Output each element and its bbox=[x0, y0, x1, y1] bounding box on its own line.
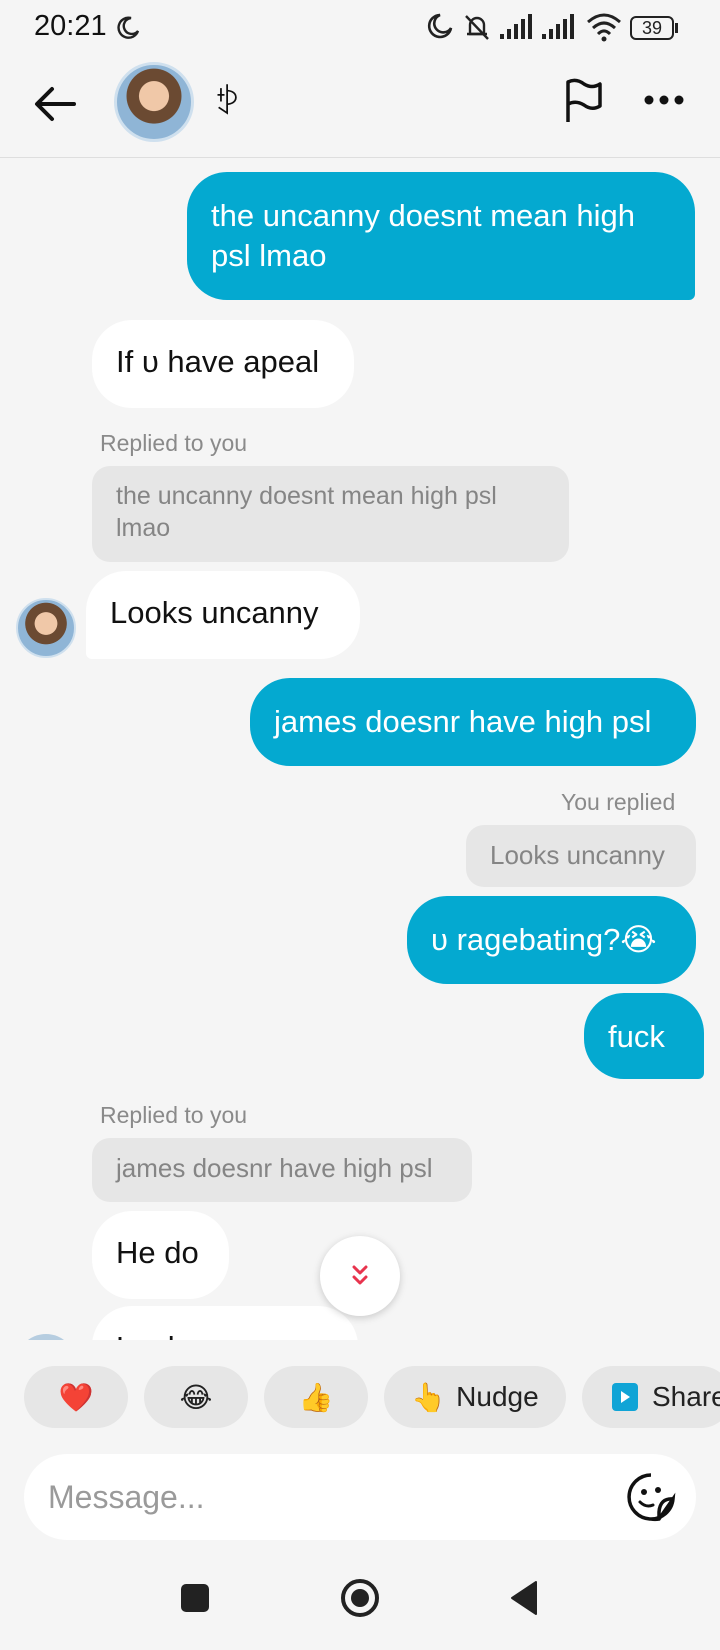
outgoing-message[interactable]: the uncanny doesnt mean high psl lmao bbox=[187, 172, 695, 300]
muted-bell-icon bbox=[465, 15, 489, 40]
incoming-message[interactable]: If ᴜ have apeal bbox=[92, 320, 354, 408]
battery-tip bbox=[675, 23, 678, 33]
thumbs-up-icon: 👍 bbox=[298, 1381, 334, 1413]
message-text-line: psl lmao bbox=[211, 238, 327, 273]
message-text: ᴜ ragebating?😭 bbox=[431, 922, 657, 957]
sender-avatar[interactable] bbox=[16, 598, 76, 658]
battery-icon: 39 bbox=[630, 16, 674, 40]
back-arrow-icon[interactable] bbox=[32, 84, 78, 124]
chat-header: ꉣ bbox=[0, 54, 720, 158]
flag-icon[interactable] bbox=[564, 78, 604, 124]
recents-square-icon[interactable] bbox=[181, 1584, 209, 1612]
nudge-button[interactable]: 👆 Nudge bbox=[384, 1366, 566, 1428]
react-thumbs-up-button[interactable]: 👍 bbox=[264, 1366, 368, 1428]
message-text: Looks uncanny bbox=[110, 595, 319, 630]
signal-1-icon bbox=[500, 14, 532, 39]
quoted-text: james doesnr have high psl bbox=[116, 1153, 433, 1183]
message-text: fuck bbox=[608, 1019, 665, 1054]
share-play-icon bbox=[612, 1383, 638, 1411]
wifi-icon bbox=[587, 13, 621, 42]
status-bar: 20:21 39 bbox=[0, 0, 720, 54]
heart-icon: ❤️ bbox=[58, 1381, 94, 1413]
back-triangle-icon[interactable] bbox=[508, 1580, 540, 1616]
quoted-text-line: lmao bbox=[116, 514, 171, 542]
message-text: Looks uncanny bbox=[116, 1330, 325, 1340]
quoted-text: Looks uncanny bbox=[490, 840, 665, 870]
message-text: If ᴜ have apeal bbox=[116, 344, 320, 379]
message-composer bbox=[24, 1454, 696, 1540]
outgoing-message[interactable]: fuck bbox=[584, 993, 704, 1079]
sticker-icon[interactable] bbox=[626, 1472, 676, 1522]
reply-label: You replied bbox=[561, 789, 676, 815]
quoted-message[interactable]: the uncanny doesnt mean high psl lmao bbox=[92, 466, 569, 562]
react-heart-button[interactable]: ❤️ bbox=[24, 1366, 128, 1428]
signal-2-icon bbox=[542, 14, 574, 39]
quoted-text-line: the uncanny doesnt mean high psl bbox=[116, 482, 497, 510]
more-options-icon[interactable] bbox=[644, 94, 684, 106]
outgoing-message[interactable]: james doesnr have high psl bbox=[250, 678, 696, 766]
pointing-hand-icon: 👆 bbox=[411, 1381, 447, 1413]
home-circle-icon[interactable] bbox=[340, 1578, 380, 1618]
status-time: 20:21 bbox=[34, 10, 107, 42]
contact-avatar[interactable] bbox=[114, 62, 194, 142]
share-label: Share bbox=[652, 1381, 720, 1412]
quoted-message[interactable]: james doesnr have high psl bbox=[92, 1138, 472, 1202]
reply-label: Replied to you bbox=[100, 430, 248, 456]
message-text: james doesnr have high psl bbox=[274, 704, 652, 739]
message-text-line: the uncanny doesnt mean high bbox=[211, 198, 635, 233]
night-mode-icon bbox=[427, 13, 453, 39]
message-input[interactable] bbox=[48, 1454, 608, 1540]
reply-label: Replied to you bbox=[100, 1102, 248, 1128]
message-text: He do bbox=[116, 1235, 199, 1270]
contact-name[interactable]: ꉣ bbox=[214, 78, 241, 123]
scroll-to-bottom-button[interactable] bbox=[320, 1236, 400, 1316]
outgoing-message[interactable]: ᴜ ragebating?😭 bbox=[407, 896, 696, 984]
sender-avatar[interactable] bbox=[16, 1334, 76, 1340]
quoted-message[interactable]: Looks uncanny bbox=[466, 825, 696, 887]
double-chevron-down-icon bbox=[352, 1265, 368, 1285]
nudge-label: Nudge bbox=[456, 1381, 539, 1412]
do-not-disturb-moon-icon bbox=[117, 16, 140, 39]
incoming-message[interactable]: Looks uncanny bbox=[86, 571, 360, 659]
laughing-face-icon: 😂 bbox=[179, 1381, 213, 1413]
incoming-message[interactable]: Looks uncanny bbox=[92, 1306, 358, 1340]
react-laugh-button[interactable]: 😂 bbox=[144, 1366, 248, 1428]
share-button[interactable]: Share bbox=[582, 1366, 720, 1428]
incoming-message[interactable]: He do bbox=[92, 1211, 229, 1299]
battery-level: 39 bbox=[641, 17, 663, 38]
system-navigation-bar bbox=[0, 1560, 720, 1650]
